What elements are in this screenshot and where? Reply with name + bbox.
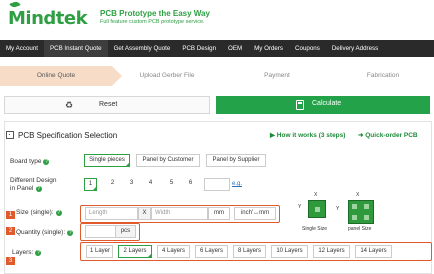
site-header: Mindtek PCB Prototype the Easy Way Full … <box>0 0 434 40</box>
board-type-label-text: Board type <box>10 158 42 165</box>
nav-my-account[interactable]: My Account <box>0 40 44 57</box>
step-fabrication: Fabrication <box>332 66 434 86</box>
help-icon[interactable]: ? <box>35 186 42 192</box>
step-payment: Payment <box>222 66 332 86</box>
size-illustration: Y Y X X Single Size panel Size <box>296 192 426 238</box>
board-type-panel-supplier[interactable]: Panel by Supplier <box>206 154 266 167</box>
chip-shape <box>352 215 357 220</box>
chip-shape <box>315 207 320 212</box>
reset-button[interactable]: ♻ Reset <box>4 96 210 114</box>
help-icon[interactable]: ? <box>67 230 74 236</box>
single-size-caption: Single Size <box>302 226 328 232</box>
size-label: Size (single):? <box>16 209 62 216</box>
design-count-4[interactable]: 4 <box>144 178 157 191</box>
single-board-image <box>308 200 326 218</box>
quantity-label: Quantity (single):? <box>16 229 74 236</box>
single-dim-y: Y <box>298 204 302 210</box>
calculate-label: Calculate <box>312 100 342 107</box>
quick-order-link[interactable]: ➜ Quick-order PCB <box>358 131 418 139</box>
eg-link[interactable]: e.g. <box>232 181 242 187</box>
design-count-5[interactable]: 5 <box>165 178 178 191</box>
tagline-subtitle: Full feature custom PCB prototype servic… <box>100 19 205 25</box>
calculator-icon <box>296 100 304 110</box>
layer-option-8[interactable]: 8 Layers <box>233 245 266 258</box>
layer-option-4[interactable]: 4 Layers <box>157 245 190 258</box>
nav-coupons[interactable]: Coupons <box>289 40 326 57</box>
panel-board-image <box>348 200 374 224</box>
panel-dim-y: Y <box>336 206 340 212</box>
chip-shape <box>364 215 369 220</box>
nav-my-orders[interactable]: My Orders <box>248 40 289 57</box>
quantity-input[interactable] <box>85 225 115 238</box>
nav-delivery-address[interactable]: Delivery Address <box>326 40 384 57</box>
step-upload-gerber: Upload Gerber File <box>112 66 222 86</box>
different-design-label-line2-text: in Panel <box>10 185 34 192</box>
single-dim-x: X <box>314 192 318 198</box>
spec-title: PCB Specification Selection <box>6 131 117 140</box>
main-nav: My Account PCB Instant Quote Get Assembl… <box>0 40 434 57</box>
size-mm-unit: mm <box>208 207 230 220</box>
step-badge-2: 2 <box>6 227 15 235</box>
help-icon[interactable]: ? <box>43 159 50 165</box>
board-type-label: Board type? <box>10 158 50 165</box>
chip-shape <box>352 204 357 209</box>
nav-oem[interactable]: OEM <box>222 40 248 57</box>
nav-get-assembly-quote[interactable]: Get Assembly Quote <box>108 40 177 57</box>
step-label: Online Quote <box>36 72 76 79</box>
step-label: Fabrication <box>366 72 400 79</box>
help-icon[interactable]: ? <box>55 210 62 216</box>
board-type-panel-customer[interactable]: Panel by Customer <box>136 154 200 167</box>
pcb-icon <box>6 131 14 139</box>
layer-option-12[interactable]: 12 Layers <box>313 245 350 258</box>
order-steps: Online Quote Upload Gerber File Payment … <box>0 66 434 86</box>
layer-option-14[interactable]: 14 Layers <box>355 245 392 258</box>
layer-option-6[interactable]: 6 Layers <box>195 245 228 258</box>
layer-option-1[interactable]: 1 Layer <box>86 245 113 258</box>
tagline-title: PCB Prototype the Easy Way <box>100 9 210 18</box>
design-count-6[interactable]: 6 <box>184 178 197 191</box>
design-count-custom-input[interactable] <box>204 178 230 191</box>
unit-toggle-button[interactable]: inch'↔mm <box>234 207 276 220</box>
step-badge-1: 1 <box>6 211 15 219</box>
step-online-quote: Online Quote <box>0 66 122 86</box>
nav-pcb-design[interactable]: PCB Design <box>176 40 222 57</box>
recycle-icon: ♻ <box>65 100 74 110</box>
panel-size-caption: panel Size <box>348 226 372 232</box>
layer-option-10[interactable]: 10 Layers <box>271 245 308 258</box>
logo[interactable]: Mindtek <box>8 0 88 29</box>
design-count-1[interactable]: 1 <box>84 178 97 191</box>
calculate-button[interactable]: Calculate <box>216 96 430 114</box>
different-design-label-line2: in Panel? <box>10 185 57 193</box>
quantity-label-text: Quantity (single): <box>16 229 66 236</box>
different-design-label: Different Design in Panel? <box>10 177 57 193</box>
layer-option-2[interactable]: 2 Layers <box>118 245 152 258</box>
logo-text: Mindtek <box>8 8 88 29</box>
nav-pcb-instant-quote[interactable]: PCB Instant Quote <box>43 40 108 57</box>
quantity-unit: pcs <box>115 225 136 238</box>
design-count-3[interactable]: 3 <box>125 178 138 191</box>
layers-label-text: Layers: <box>12 249 34 256</box>
design-count-2[interactable]: 2 <box>106 178 119 191</box>
board-type-single[interactable]: Single pieces <box>84 154 130 167</box>
layers-label: Layers:? <box>12 249 42 256</box>
tagline: PCB Prototype the Easy Way Full feature … <box>100 9 210 25</box>
step-badge-3: 3 <box>6 257 15 265</box>
reset-label: Reset <box>99 101 118 108</box>
chip-shape <box>364 204 369 209</box>
size-label-text: Size (single): <box>16 209 54 216</box>
panel-dim-x: X <box>356 192 360 198</box>
different-design-label-line1: Different Design <box>10 177 57 184</box>
length-input[interactable]: Length <box>85 207 138 220</box>
step-label: Upload Gerber File <box>139 72 195 79</box>
how-it-works-link[interactable]: ▶ How it works (3 steps) <box>270 131 345 139</box>
width-input[interactable]: Width <box>151 207 208 220</box>
size-x-separator: X <box>138 207 151 220</box>
spec-title-text: PCB Specification Selection <box>18 131 118 140</box>
step-label: Payment <box>264 72 290 79</box>
help-icon[interactable]: ? <box>35 250 42 256</box>
